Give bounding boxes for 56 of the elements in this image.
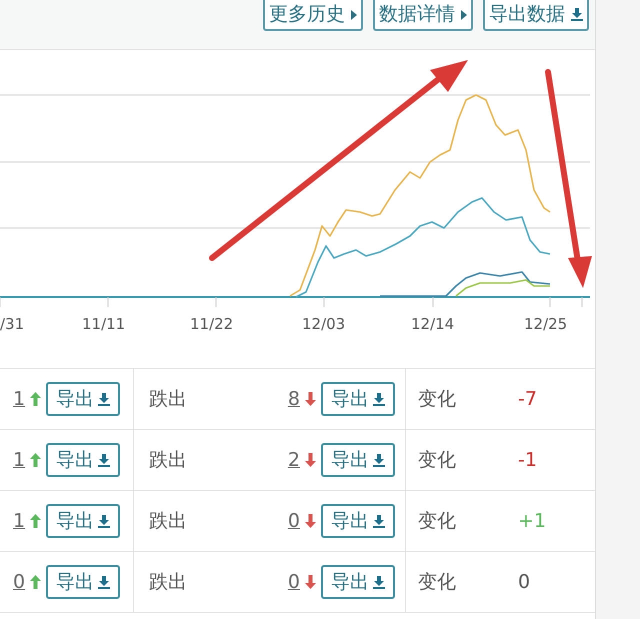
count-link[interactable]: 1: [13, 506, 26, 536]
count-link[interactable]: 0: [288, 568, 300, 596]
toolbar-button[interactable]: 数据详情: [373, 0, 473, 31]
download-icon: [373, 454, 385, 466]
row-label: 跌出: [149, 508, 187, 534]
download-icon: [98, 454, 110, 466]
axis-label: 11/22: [190, 314, 234, 335]
up-arrow-icon: [30, 392, 42, 406]
change-value: -1: [518, 448, 537, 473]
count-link[interactable]: 1: [13, 446, 26, 474]
down-arrow-icon: [305, 453, 316, 467]
download-icon: [98, 514, 110, 528]
export-button[interactable]: 导出: [321, 382, 395, 416]
export-button[interactable]: 导出: [46, 443, 120, 477]
row-label: 跌出: [149, 448, 187, 473]
row-label: 变化: [418, 508, 456, 534]
count-link[interactable]: 1: [13, 384, 26, 414]
export-button[interactable]: 导出: [46, 565, 120, 599]
change-value: 0: [518, 570, 530, 595]
download-icon: [373, 392, 385, 406]
axis-label: 12/14: [411, 314, 454, 335]
axis-label: /31: [0, 314, 24, 335]
down-arrow-icon: [305, 575, 316, 589]
up-arrow-icon: [30, 514, 42, 528]
caret-icon: [351, 10, 357, 20]
row-label: 变化: [418, 386, 456, 412]
row-label: 变化: [418, 570, 456, 595]
row-label: 跌出: [149, 570, 187, 595]
count-link[interactable]: 0: [288, 506, 300, 536]
up-arrow-icon: [30, 453, 42, 467]
change-value: +1: [518, 508, 546, 534]
down-arrow-icon: [305, 392, 316, 406]
export-button[interactable]: 导出: [321, 565, 395, 599]
count-link[interactable]: 8: [288, 384, 300, 414]
row-label: 变化: [418, 448, 456, 473]
axis-label: 11/11: [82, 314, 126, 335]
export-button[interactable]: 导出: [46, 504, 120, 538]
count-link[interactable]: 2: [288, 446, 300, 474]
change-value: -7: [518, 386, 537, 412]
toolbar-button[interactable]: 更多历史: [263, 0, 363, 31]
row-label: 跌出: [149, 386, 187, 412]
down-arrow-icon: [305, 514, 316, 528]
export-button[interactable]: 导出: [321, 443, 395, 477]
download-icon: [373, 514, 385, 528]
up-arrow-icon: [30, 575, 42, 589]
caret-icon: [461, 10, 467, 20]
download-icon: [373, 576, 385, 588]
axis-label: 12/03: [302, 314, 346, 335]
export-button[interactable]: 导出: [46, 382, 120, 416]
export-button[interactable]: 导出: [321, 504, 395, 538]
axis-label: 12/25: [524, 314, 568, 335]
download-icon: [98, 392, 110, 406]
download-icon: [98, 576, 110, 588]
download-icon: [571, 8, 583, 21]
count-link[interactable]: 0: [13, 568, 26, 596]
toolbar-button[interactable]: 导出数据: [483, 0, 589, 31]
